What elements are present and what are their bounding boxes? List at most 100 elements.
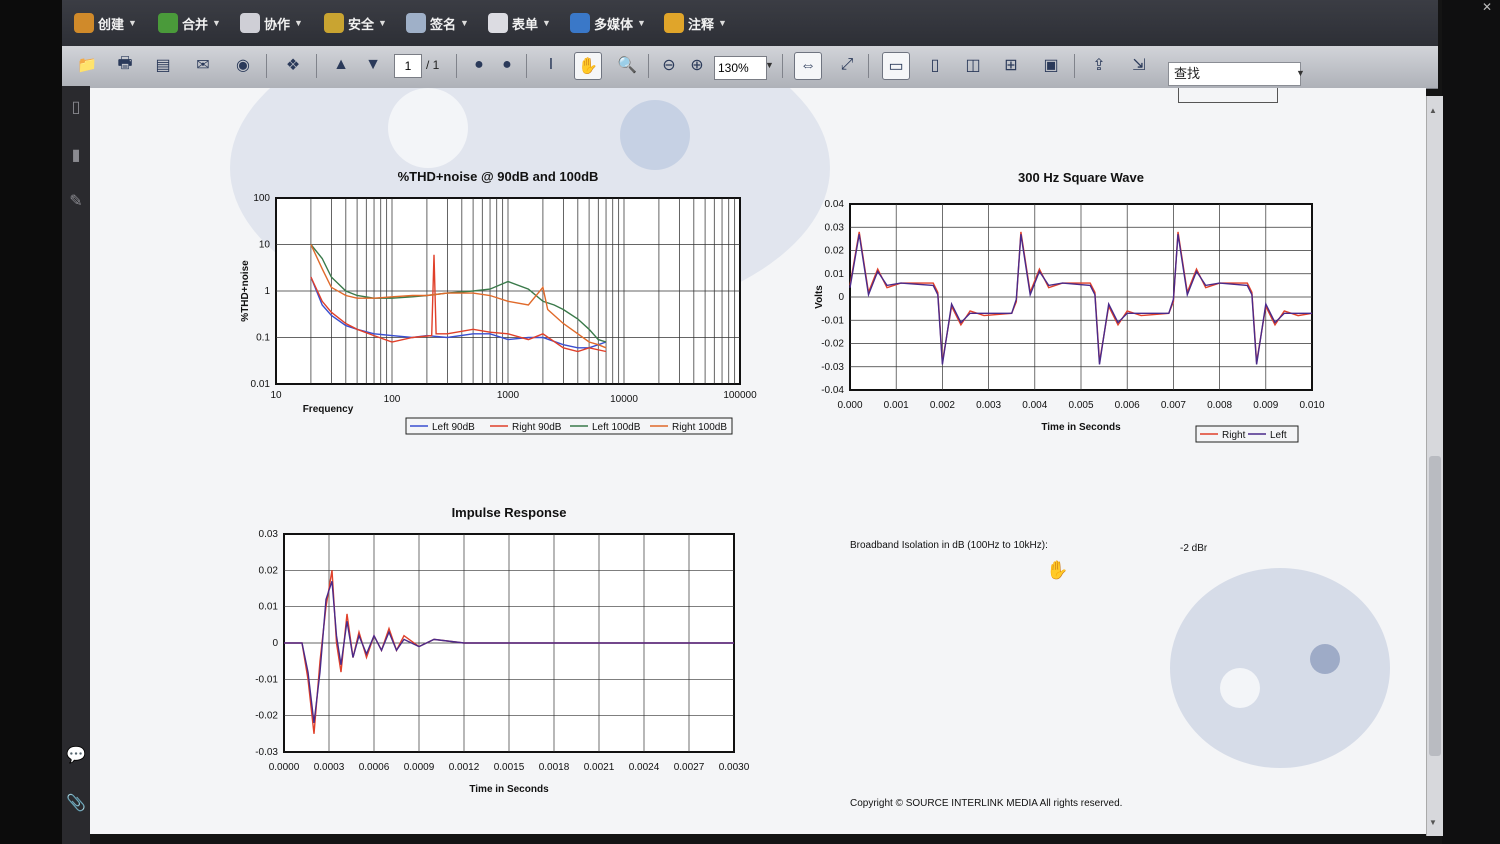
y-tick-label: 10: [259, 240, 271, 251]
toolbar-separator: [782, 54, 783, 78]
chevron-down-icon: ▼: [294, 18, 303, 28]
chevron-down-icon: ▼: [542, 18, 551, 28]
x-tick-label: 100000: [723, 390, 757, 401]
x-tick-label: 0.002: [930, 400, 955, 411]
y-axis-label: Volts: [814, 285, 825, 309]
two-up-continuous-icon[interactable]: ⊞: [998, 52, 1024, 78]
toolbar-separator: [316, 54, 317, 78]
screen-left-edge: [0, 0, 62, 844]
menu-comment-button[interactable]: 注释 ▼: [664, 10, 727, 36]
comment-icon: [664, 13, 684, 33]
form-icon: [488, 13, 508, 33]
chevron-down-icon: ▼: [128, 18, 137, 28]
y-tick-label: -0.02: [821, 339, 844, 350]
page-total: / 1: [426, 58, 440, 72]
next-page-icon[interactable]: ▼: [360, 52, 386, 78]
x-tick-label: 0.0012: [449, 762, 480, 773]
document-page: 10 100 1000 10000 100000 100 10 1 0.1 0.01 %THD+no…: [90, 88, 1426, 834]
signatures-icon[interactable]: ✎: [66, 192, 86, 212]
y-tick-label: -0.01: [821, 315, 844, 326]
pen-icon: [406, 13, 426, 33]
menu-label: 合并: [182, 16, 209, 32]
legend-label: Left: [1270, 430, 1287, 441]
scroll-down-icon[interactable]: ▼: [1429, 818, 1437, 827]
select-text-icon[interactable]: I: [538, 52, 564, 78]
screen-right-edge: [1442, 0, 1500, 844]
x-tick-label: 0.0024: [629, 762, 660, 773]
menu-lock-button[interactable]: 安全 ▼: [324, 10, 387, 36]
close-icon[interactable]: ✕: [1482, 0, 1492, 14]
x-tick-label: 0.010: [1299, 400, 1324, 411]
menu-form-button[interactable]: 表单 ▼: [488, 10, 551, 36]
save-icon[interactable]: ▤: [150, 52, 176, 78]
hand-tool-icon[interactable]: ✋: [574, 52, 602, 80]
y-tick-label: 0.02: [825, 246, 845, 257]
chevron-down-icon[interactable]: ▼: [765, 60, 774, 70]
share-icon[interactable]: ⇪: [1086, 52, 1112, 78]
zoom-level-input[interactable]: 130%: [714, 56, 767, 80]
comments-icon[interactable]: 💬: [66, 746, 86, 766]
legend-label: Left 90dB: [432, 422, 475, 433]
x-tick-label: 0.003: [976, 400, 1001, 411]
open-folder-icon[interactable]: 📁: [74, 52, 100, 78]
page-number-input[interactable]: 1: [394, 54, 422, 78]
pages-icon[interactable]: ▯: [66, 98, 86, 118]
single-page-icon[interactable]: ▭: [882, 52, 910, 80]
menu-collaborate-button[interactable]: 协作 ▼: [240, 10, 303, 36]
thd-noise-chart: 10 100 1000 10000 100000 100 10 1 0.1 0.01 %THD+no…: [240, 169, 757, 435]
y-tick-label: -0.01: [255, 674, 278, 685]
bookmarks-icon[interactable]: ▮: [66, 146, 86, 166]
two-up-icon[interactable]: ◫: [960, 52, 986, 78]
zoom-in-icon[interactable]: ⊕: [684, 52, 710, 78]
email-icon[interactable]: ✉: [190, 52, 216, 78]
vertical-scrollbar[interactable]: ▲ ▼: [1426, 96, 1443, 836]
y-tick-label: 0.04: [825, 199, 845, 210]
previous-page-icon[interactable]: ▲: [328, 52, 354, 78]
toolbar-separator: [648, 54, 649, 78]
menu-multimedia-button[interactable]: 多媒体 ▼: [570, 10, 646, 36]
zoom-out-icon[interactable]: ⊖: [656, 52, 682, 78]
zoom-tool-icon[interactable]: 🔍: [614, 52, 640, 78]
collaborate-icon: [240, 13, 260, 33]
y-tick-label: -0.03: [255, 747, 278, 758]
last-page-icon[interactable]: ●: [494, 52, 520, 78]
attachments-icon[interactable]: 📎: [66, 794, 86, 814]
y-tick-label: -0.02: [255, 711, 278, 722]
create-icon: [74, 13, 94, 33]
x-tick-label: 0.005: [1068, 400, 1093, 411]
x-tick-label: 100: [384, 394, 401, 405]
isolation-value: -2 dBr: [1180, 543, 1208, 554]
menu-label: 创建: [98, 16, 125, 32]
continuous-icon[interactable]: ▯: [922, 52, 948, 78]
x-tick-label: 0.008: [1207, 400, 1232, 411]
chevron-down-icon[interactable]: ▼: [1296, 68, 1305, 78]
legend-label: Right 100dB: [672, 422, 727, 433]
chart-title: 300 Hz Square Wave: [1018, 170, 1144, 185]
y-tick-label: 100: [253, 193, 270, 204]
menu-combine-button[interactable]: 合并 ▼: [158, 10, 221, 36]
menu-pen-button[interactable]: 签名 ▼: [406, 10, 469, 36]
menu-create-button[interactable]: 创建 ▼: [74, 10, 137, 36]
chart-title: Impulse Response: [452, 505, 567, 520]
y-tick-label: 0.01: [825, 269, 845, 280]
web-icon[interactable]: ◉: [230, 52, 256, 78]
full-screen-icon[interactable]: ▣: [1038, 52, 1064, 78]
fit-page-icon[interactable]: ⤢: [834, 52, 860, 78]
print-icon[interactable]: 🖶: [112, 52, 138, 78]
find-input[interactable]: 查找: [1168, 62, 1301, 86]
charts-svg: 10 100 1000 10000 100000 100 10 1 0.1 0.01 %THD+no…: [240, 169, 1325, 795]
first-page-icon[interactable]: ●: [466, 52, 492, 78]
scroll-thumb[interactable]: [1429, 456, 1441, 756]
x-tick-label: 0.0018: [539, 762, 570, 773]
toolbar-separator: [266, 54, 267, 78]
export-icon[interactable]: ⇲: [1126, 52, 1152, 78]
x-tick-label: 1000: [497, 390, 520, 401]
navigation-pane: ▯ ▮ ✎ 💬 📎: [62, 86, 90, 844]
fit-width-icon[interactable]: ⇔: [794, 52, 822, 80]
organizer-icon[interactable]: ❖: [280, 52, 306, 78]
y-tick-label: 0.01: [251, 379, 271, 390]
scroll-up-icon[interactable]: ▲: [1429, 106, 1437, 115]
y-tick-label: 0.02: [259, 565, 279, 576]
chevron-down-icon: ▼: [718, 18, 727, 28]
chevron-down-icon: ▼: [212, 18, 221, 28]
